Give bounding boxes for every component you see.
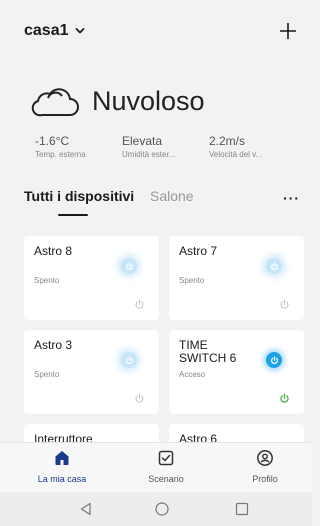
device-card[interactable]: Astro 7 Spento	[169, 236, 304, 320]
recent-apps-icon[interactable]	[234, 501, 250, 517]
metric-value: Elevata	[122, 134, 163, 148]
device-grid: Astro 8 Spento Astro 7 Spento Astro 3 Sp…	[24, 236, 304, 446]
device-name: Astro 8	[34, 244, 73, 258]
nav-profile[interactable]: Profilo	[225, 449, 305, 484]
device-card[interactable]: TIME SWITCH 6 Acceso	[169, 330, 304, 414]
device-card[interactable]: Astro 8 Spento	[24, 236, 159, 320]
device-card[interactable]: Astro 3 Spento	[24, 330, 159, 414]
metric-value: 2.2m/s	[209, 134, 246, 148]
metric-temperature: -1.6°C Temp. esterna	[35, 134, 122, 159]
nav-label: La mia casa	[37, 474, 87, 484]
back-icon[interactable]	[78, 501, 94, 517]
device-name: TIME SWITCH 6	[179, 338, 237, 365]
tab-all-devices[interactable]: Tutti i dispositivi	[24, 188, 134, 204]
profile-icon	[257, 450, 273, 466]
room-tabs: Tutti i dispositivi Salone ···	[24, 188, 304, 218]
power-icon	[270, 261, 278, 270]
metric-label: Umidità ester...	[122, 150, 176, 159]
home-icon	[55, 451, 69, 465]
metric-label: Velocità del v...	[209, 150, 263, 159]
device-status: Spento	[34, 276, 60, 285]
cloud-icon	[31, 88, 79, 117]
header: casa1	[0, 0, 312, 62]
power-toggle-button[interactable]	[266, 352, 282, 368]
more-icon[interactable]: ···	[283, 190, 300, 206]
power-toggle-button[interactable]	[121, 352, 137, 368]
home-name: casa1	[24, 22, 69, 39]
device-status: Acceso	[179, 370, 206, 379]
power-toggle-button[interactable]	[121, 258, 137, 274]
nav-scenes[interactable]: Scenario	[126, 449, 206, 484]
power-icon	[125, 355, 133, 364]
weather-condition: Nuvoloso	[92, 85, 205, 116]
power-icon[interactable]	[134, 299, 145, 310]
system-nav-bar	[0, 492, 312, 526]
home-circle-icon[interactable]	[154, 501, 170, 517]
power-icon	[125, 261, 133, 270]
nav-label: Profilo	[252, 474, 278, 484]
power-icon[interactable]	[279, 393, 290, 404]
metric-label: Temp. esterna	[35, 150, 86, 159]
device-status: Spento	[34, 370, 60, 379]
device-name: Astro 3	[34, 338, 73, 352]
bottom-nav: La mia casa Scenario Profilo	[0, 442, 312, 492]
power-icon	[270, 355, 278, 364]
power-toggle-button[interactable]	[266, 258, 282, 274]
active-tab-indicator	[58, 214, 88, 216]
weather-summary: Nuvoloso	[30, 84, 290, 118]
device-status: Spento	[179, 276, 205, 285]
power-icon[interactable]	[134, 393, 145, 404]
home-selector[interactable]: casa1	[24, 22, 87, 40]
chevron-down-icon	[75, 28, 84, 34]
device-name: Astro 7	[179, 244, 218, 258]
power-icon[interactable]	[279, 299, 290, 310]
nav-home[interactable]: La mia casa	[22, 449, 102, 484]
metric-value: -1.6°C	[35, 134, 70, 148]
add-icon[interactable]	[278, 21, 298, 41]
scene-checkbox-icon	[158, 450, 174, 466]
metric-humidity: Elevata Umidità ester...	[122, 134, 209, 159]
weather-metrics: -1.6°C Temp. esterna Elevata Umidità est…	[35, 134, 289, 159]
nav-label: Scenario	[148, 474, 184, 484]
tab-salone[interactable]: Salone	[150, 188, 194, 204]
metric-wind-speed: 2.2m/s Velocità del v...	[209, 134, 289, 159]
